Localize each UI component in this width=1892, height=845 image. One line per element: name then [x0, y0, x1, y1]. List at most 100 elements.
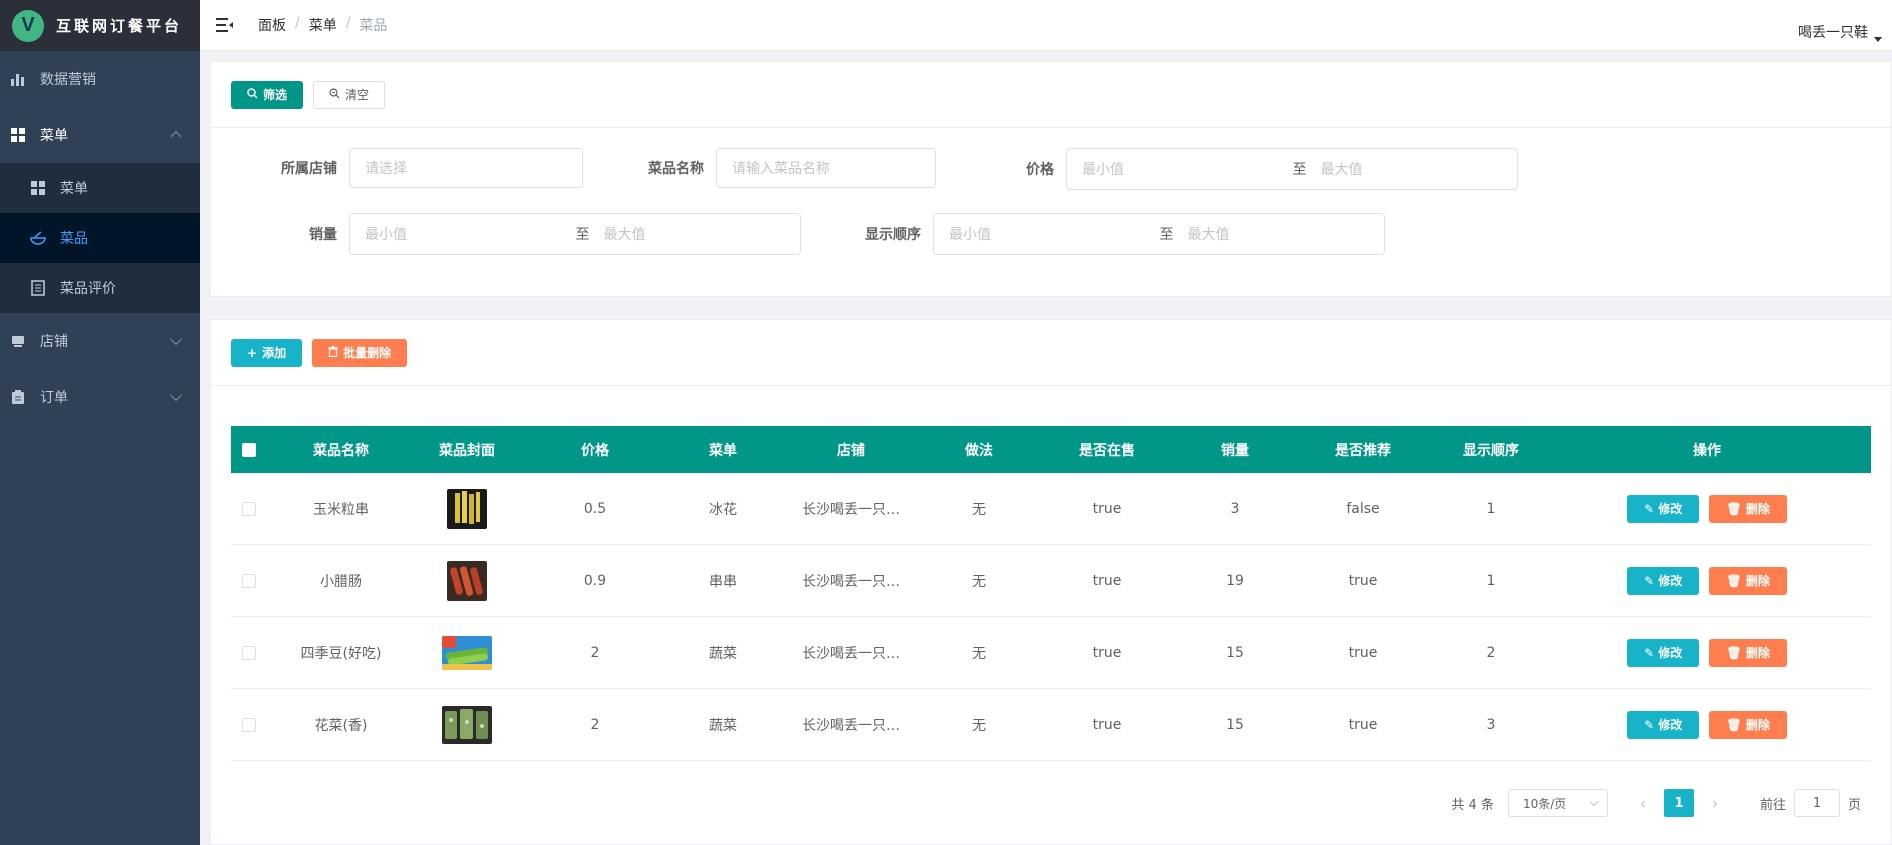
delete-button[interactable]: 🗑 删除 — [1709, 494, 1787, 523]
chevron-up-icon — [170, 130, 182, 143]
dish-cover-cell — [415, 705, 519, 744]
sales-range[interactable]: 最小值 至 最大值 — [349, 213, 801, 255]
row-checkbox[interactable] — [242, 573, 256, 588]
dish-display-order: 2 — [1486, 644, 1496, 661]
bowl-icon — [30, 230, 46, 246]
page-number-current[interactable]: 1 — [1663, 789, 1694, 817]
row-checkbox-cell — [231, 717, 267, 732]
delete-button[interactable]: 🗑 删除 — [1709, 566, 1787, 595]
column-header: 价格 — [581, 442, 609, 459]
prev-page-icon[interactable]: ‹ — [1628, 794, 1658, 813]
price-range[interactable]: 最小值 至 最大值 — [1066, 148, 1518, 190]
row-actions: ✎ 修改 🗑 删除 — [1543, 638, 1871, 667]
dish-cover-image[interactable] — [442, 705, 492, 744]
sidebar-subitem-dish-review[interactable]: 菜品评价 — [0, 263, 200, 313]
user-menu[interactable]: 喝丢一只鞋 — [1798, 22, 1882, 42]
edit-button[interactable]: ✎ 修改 — [1627, 710, 1700, 739]
dish-cover-image[interactable] — [447, 488, 487, 529]
dish-shop: 长沙喝丢一只… — [802, 501, 900, 518]
breadcrumb: 面板 / 菜单 / 菜品 — [258, 15, 387, 35]
column-header: 做法 — [965, 442, 993, 459]
column-header: 操作 — [1693, 442, 1721, 459]
edit-button[interactable]: ✎ 修改 — [1627, 566, 1700, 595]
shop-select[interactable]: 请选择 — [349, 148, 583, 188]
goto-page-input[interactable]: 1 — [1793, 789, 1840, 817]
delete-button[interactable]: 🗑 删除 — [1709, 638, 1787, 667]
sales-label: 销量 — [309, 227, 337, 243]
delete-button[interactable]: 🗑 删除 — [1709, 710, 1787, 739]
edit-icon: ✎ — [1644, 645, 1659, 660]
row-actions: ✎ 修改 🗑 删除 — [1543, 566, 1871, 595]
dish-cover-cell — [415, 635, 519, 670]
edit-icon: ✎ — [1644, 573, 1659, 588]
order-max-input[interactable]: 最大值 — [1188, 224, 1385, 244]
dish-on-sale: true — [1092, 500, 1122, 517]
table-header: 菜品名称 菜品封面 价格 菜单 店铺 做法 是否在售 销量 是否推荐 显示顺序 … — [231, 426, 1871, 473]
bar-chart-icon — [10, 71, 26, 87]
breadcrumb-item[interactable]: 面板 — [258, 15, 286, 35]
dish-cover-image[interactable] — [442, 635, 492, 670]
row-actions: ✎ 修改 🗑 删除 — [1543, 494, 1871, 523]
dish-name: 四季豆(好吃) — [300, 645, 382, 662]
row-checkbox[interactable] — [242, 645, 256, 660]
select-all-checkbox[interactable] — [242, 442, 256, 457]
zoom-out-icon — [329, 87, 340, 102]
dish-name-placeholder: 请输入菜品名称 — [732, 161, 830, 177]
add-button[interactable]: + 添加 — [231, 338, 303, 367]
breadcrumb-current: 菜品 — [359, 18, 388, 34]
shop-label: 所属店铺 — [281, 161, 337, 177]
shop-icon — [10, 333, 26, 349]
edit-button[interactable]: ✎ 修改 — [1627, 638, 1700, 667]
filter-toolbar: 筛选 清空 — [211, 62, 1891, 128]
dish-price: 0.9 — [583, 572, 607, 589]
chevron-down-icon — [1589, 797, 1599, 807]
row-checkbox-cell — [231, 501, 267, 516]
dish-menu: 冰花 — [709, 501, 737, 518]
logo[interactable]: V 互联网订餐平台 — [0, 0, 200, 51]
dish-name-input[interactable]: 请输入菜品名称 — [716, 148, 936, 188]
sidebar-item-label: 数据营销 — [40, 72, 96, 88]
sidebar-subitem-menu[interactable]: 菜单 — [0, 163, 200, 213]
row-checkbox[interactable] — [242, 717, 256, 732]
edit-button[interactable]: ✎ 修改 — [1627, 494, 1700, 523]
dish-price: 0.5 — [583, 500, 607, 517]
price-max-input[interactable]: 最大值 — [1321, 159, 1518, 179]
document-list-icon — [30, 280, 46, 296]
sidebar-item-order[interactable]: 订单 — [0, 369, 200, 425]
breadcrumb-separator: / — [345, 15, 351, 31]
search-icon — [247, 87, 258, 102]
row-checkbox[interactable] — [242, 501, 256, 516]
table-row: 花菜(香) 2 蔬菜 长沙喝丢一只… 无 true 15 true 3 ✎ 修改… — [231, 689, 1871, 761]
pagination-total: 共 4 条 — [1451, 797, 1494, 813]
breadcrumb-item[interactable]: 菜单 — [309, 15, 337, 35]
chevron-down-icon — [170, 333, 182, 346]
page-jumper: 前往 1 页 — [1760, 789, 1861, 817]
price-min-input[interactable]: 最小值 — [1082, 159, 1279, 179]
sales-min-input[interactable]: 最小值 — [365, 224, 562, 244]
next-page-icon[interactable]: › — [1700, 794, 1730, 813]
dish-shop: 长沙喝丢一只… — [802, 645, 900, 662]
dish-on-sale: true — [1092, 572, 1122, 589]
dish-sales: 3 — [1230, 500, 1240, 517]
hamburger-toggle-icon[interactable] — [216, 15, 236, 35]
delete-button-label: 删除 — [1745, 502, 1770, 516]
filter-button[interactable]: 筛选 — [231, 80, 304, 109]
sidebar-subitem-label: 菜品评价 — [60, 281, 116, 297]
sidebar-item-menu[interactable]: 菜单 — [0, 107, 200, 163]
sidebar-item-data-marketing[interactable]: 数据营销 — [0, 51, 200, 107]
dish-sales: 19 — [1226, 572, 1244, 589]
dish-method: 无 — [972, 717, 986, 734]
sidebar-item-shop[interactable]: 店铺 — [0, 313, 200, 369]
display-order-range[interactable]: 最小值 至 最大值 — [933, 213, 1385, 255]
delete-button-label: 删除 — [1745, 574, 1770, 588]
sales-max-input[interactable]: 最大值 — [604, 224, 801, 244]
order-form-item: 显示顺序 最小值 至 最大值 — [865, 213, 1385, 255]
dish-cover-image[interactable] — [447, 560, 487, 601]
batch-delete-button[interactable]: 批量删除 — [312, 338, 408, 367]
order-min-input[interactable]: 最小值 — [949, 224, 1146, 244]
caret-down-icon — [1874, 36, 1882, 42]
sidebar-subitem-dish[interactable]: 菜品 — [0, 213, 200, 263]
trash-icon: 🗑 — [1726, 573, 1746, 588]
page-size-select[interactable]: 10条/页 — [1507, 789, 1608, 817]
clear-button[interactable]: 清空 — [313, 80, 386, 109]
